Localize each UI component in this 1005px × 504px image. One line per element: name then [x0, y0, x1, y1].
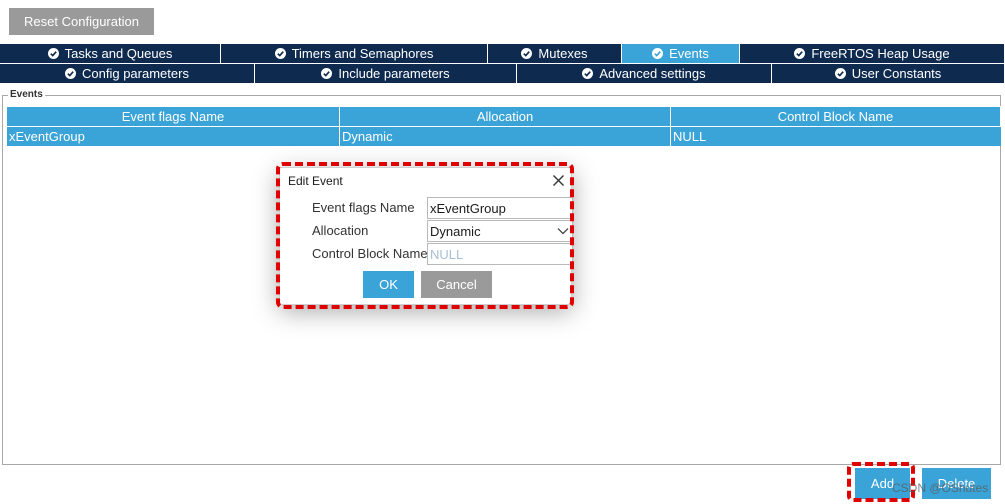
ok-button[interactable]: OK [363, 271, 414, 298]
check-circle-icon [834, 68, 846, 79]
tab-label: User Constants [851, 66, 942, 81]
tab-config-parameters[interactable]: Config parameters [0, 64, 255, 84]
allocation-selected-value: Dynamic [430, 223, 481, 239]
control-block-name-input[interactable]: NULL [427, 243, 573, 265]
table-cell: NULL [670, 126, 1001, 146]
tab-tasks-and-queues[interactable]: Tasks and Queues [0, 44, 221, 64]
check-circle-icon [582, 68, 594, 79]
allocation-label: Allocation [312, 223, 369, 238]
tab-label: FreeRTOS Heap Usage [811, 46, 950, 61]
column-header-control-block-name[interactable]: Control Block Name [670, 106, 1001, 127]
tab-label: Tasks and Queues [64, 46, 173, 61]
event-flags-name-input[interactable]: xEventGroup [427, 197, 573, 219]
table-row[interactable]: xEventGroup Dynamic NULL [6, 126, 1001, 146]
tab-label: Advanced settings [599, 66, 706, 81]
edit-event-dialog: Edit Event Event flags Name xEventGroup … [279, 167, 573, 305]
close-icon[interactable] [552, 174, 565, 187]
panel-legend: Events [8, 89, 45, 100]
reset-configuration-button[interactable]: Reset Configuration [9, 8, 154, 35]
table-cell: Dynamic [339, 126, 671, 146]
check-circle-icon [47, 48, 59, 59]
check-circle-icon [321, 68, 333, 79]
table-cell: xEventGroup [6, 126, 340, 146]
tab-row-secondary: Config parameters Include parameters Adv… [0, 64, 1005, 84]
tab-row-primary: Tasks and Queues Timers and Semaphores M… [0, 44, 1005, 64]
check-circle-icon [274, 48, 286, 59]
dialog-row-control-block-name: Control Block Name NULL [280, 243, 573, 265]
tab-user-constants[interactable]: User Constants [772, 64, 1005, 84]
tab-label: Include parameters [338, 66, 450, 81]
tab-mutexes[interactable]: Mutexes [488, 44, 622, 64]
column-header-event-flags-name[interactable]: Event flags Name [6, 106, 340, 127]
allocation-select[interactable]: Dynamic [427, 220, 573, 242]
tab-label: Timers and Semaphores [291, 46, 434, 61]
add-button[interactable]: Add [855, 468, 910, 499]
check-circle-icon [794, 48, 806, 59]
column-header-allocation[interactable]: Allocation [339, 106, 671, 127]
tab-label: Mutexes [538, 46, 588, 61]
events-table: Event flags Name Allocation Control Bloc… [6, 106, 1001, 146]
check-circle-icon [521, 48, 533, 59]
check-circle-icon [65, 68, 77, 79]
check-circle-icon [652, 48, 664, 59]
table-header-row: Event flags Name Allocation Control Bloc… [6, 106, 1001, 127]
dialog-row-allocation: Allocation Dynamic [280, 220, 573, 242]
tab-advanced-settings[interactable]: Advanced settings [517, 64, 772, 84]
tab-label: Config parameters [82, 66, 189, 81]
chevron-down-icon [557, 228, 569, 235]
dialog-title: Edit Event [288, 174, 343, 188]
control-block-name-label: Control Block Name [312, 246, 428, 261]
tab-events[interactable]: Events [622, 44, 740, 64]
delete-button[interactable]: Delete [922, 468, 991, 499]
tab-label: Events [669, 46, 709, 61]
tab-freertos-heap-usage[interactable]: FreeRTOS Heap Usage [740, 44, 1005, 64]
event-flags-name-label: Event flags Name [312, 200, 415, 215]
tab-timers-and-semaphores[interactable]: Timers and Semaphores [221, 44, 488, 64]
cancel-button[interactable]: Cancel [421, 271, 492, 298]
tab-include-parameters[interactable]: Include parameters [255, 64, 517, 84]
dialog-row-event-flags-name: Event flags Name xEventGroup [280, 197, 573, 219]
